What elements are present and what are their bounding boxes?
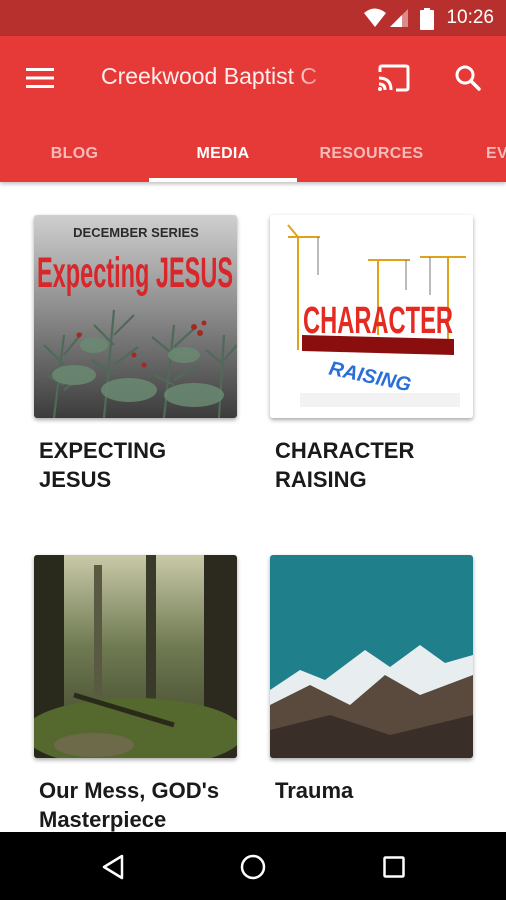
- search-icon: [455, 65, 481, 91]
- media-title: CHARACTER RAISING: [275, 438, 415, 492]
- tab-blog[interactable]: BLOG: [0, 126, 149, 182]
- thumb-overline: DECEMBER SERIES: [73, 225, 199, 240]
- thumbnail-expecting-jesus-art: DECEMBER SERIES Expecting JESUS: [34, 215, 237, 418]
- back-button[interactable]: [88, 842, 138, 892]
- tab-events[interactable]: EV: [470, 126, 506, 182]
- signal-icon: [390, 9, 408, 27]
- media-title: EXPECTING JESUS: [39, 438, 167, 492]
- thumb-title: CHARACTER: [303, 300, 453, 342]
- cast-button[interactable]: [372, 56, 416, 100]
- thumbnail-mountain-art: [270, 555, 473, 758]
- media-card-our-mess[interactable]: Our Mess, GOD's Masterpiece: [34, 555, 237, 832]
- menu-icon: [26, 68, 54, 88]
- media-thumbnail: CHARACTER RAISING: [270, 215, 473, 418]
- tab-media[interactable]: MEDIA: [149, 126, 297, 182]
- app-bar: Creekwood Baptist C BLOG MEDIA RESOURCES…: [0, 36, 506, 182]
- media-card-character-raising[interactable]: CHARACTER RAISING CHARACTER RAISING: [270, 215, 473, 494]
- recents-icon: [383, 856, 405, 878]
- thumb-title: Expecting JESUS: [37, 249, 233, 297]
- media-grid: DECEMBER SERIES Expecting JESUS EXPECTIN…: [0, 182, 506, 832]
- home-button[interactable]: [228, 842, 278, 892]
- media-thumbnail: [270, 555, 473, 758]
- clock: 10:26: [446, 7, 494, 28]
- search-button[interactable]: [446, 56, 490, 100]
- title-fade: [290, 56, 340, 100]
- menu-button[interactable]: [18, 56, 62, 100]
- back-icon: [102, 854, 124, 880]
- battery-icon: [420, 8, 434, 30]
- status-bar: 10:26: [0, 0, 506, 36]
- wifi-icon: [364, 8, 386, 27]
- media-title: Our Mess, GOD's Masterpiece: [39, 778, 220, 832]
- media-title: Trauma: [275, 778, 354, 803]
- navigation-bar: [0, 832, 506, 900]
- media-thumbnail: [34, 555, 237, 758]
- thumbnail-character-raising-art: CHARACTER RAISING: [270, 215, 473, 418]
- media-thumbnail: DECEMBER SERIES Expecting JESUS: [34, 215, 237, 418]
- tab-resources[interactable]: RESOURCES: [297, 126, 446, 182]
- home-icon: [240, 854, 266, 880]
- thumbnail-forest-art: [34, 555, 237, 758]
- cast-icon: [378, 64, 410, 92]
- tab-bar: BLOG MEDIA RESOURCES EV: [0, 126, 506, 182]
- media-card-trauma[interactable]: Trauma: [270, 555, 473, 805]
- media-card-expecting-jesus[interactable]: DECEMBER SERIES Expecting JESUS EXPECTIN…: [34, 215, 237, 494]
- recents-button[interactable]: [369, 842, 419, 892]
